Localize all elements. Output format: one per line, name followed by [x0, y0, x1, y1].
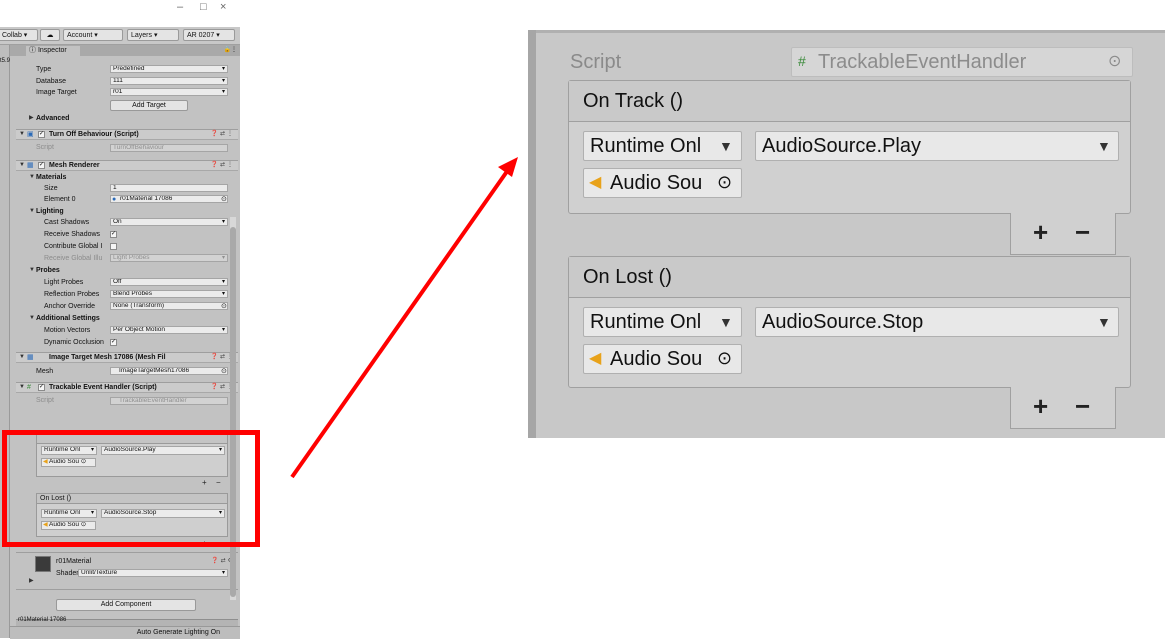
zoomed-view: Script TrackableEventHandler # ⊙ On Trac… — [528, 30, 1165, 438]
remove-listener-button[interactable]: − — [1075, 217, 1090, 247]
script-field: TrackableEventHandler — [791, 47, 1133, 77]
audio-icon: ◀ — [589, 174, 602, 191]
on-track-event-box: On Track () Runtime Onl ▼ AudioSource.Pl… — [568, 80, 1131, 214]
zoom-top-border — [536, 30, 1165, 33]
on-lost-event-box: On Lost () Runtime Onl ▼ AudioSource.Sto… — [568, 256, 1131, 388]
script-icon: # — [798, 53, 806, 69]
add-listener-button[interactable]: + — [1033, 391, 1048, 421]
audio-icon: ◀ — [589, 350, 602, 367]
on-track-footer: + − — [1010, 213, 1116, 255]
object-picker-icon[interactable]: ⊙ — [717, 170, 732, 194]
on-lost-footer: + − — [1010, 387, 1116, 429]
remove-listener-button[interactable]: − — [1075, 391, 1090, 421]
chevron-down-icon: ▼ — [719, 138, 733, 154]
add-listener-button[interactable]: + — [1033, 217, 1048, 247]
on-track-label: On Track () — [583, 90, 684, 112]
chevron-down-icon: ▼ — [1097, 138, 1111, 154]
chevron-down-icon: ▼ — [719, 314, 733, 330]
function-dropdown[interactable]: AudioSource.Play — [755, 131, 1119, 161]
on-lost-header: On Lost () — [569, 257, 1130, 298]
function-dropdown[interactable]: AudioSource.Stop — [755, 307, 1119, 337]
on-lost-label: On Lost () — [583, 266, 672, 288]
zoom-left-border — [528, 30, 536, 438]
chevron-down-icon: ▼ — [1097, 314, 1111, 330]
script-label: Script — [570, 51, 622, 73]
object-picker-icon[interactable]: ⊙ — [1108, 50, 1121, 74]
on-track-header: On Track () — [569, 81, 1130, 122]
object-picker-icon[interactable]: ⊙ — [717, 346, 732, 370]
